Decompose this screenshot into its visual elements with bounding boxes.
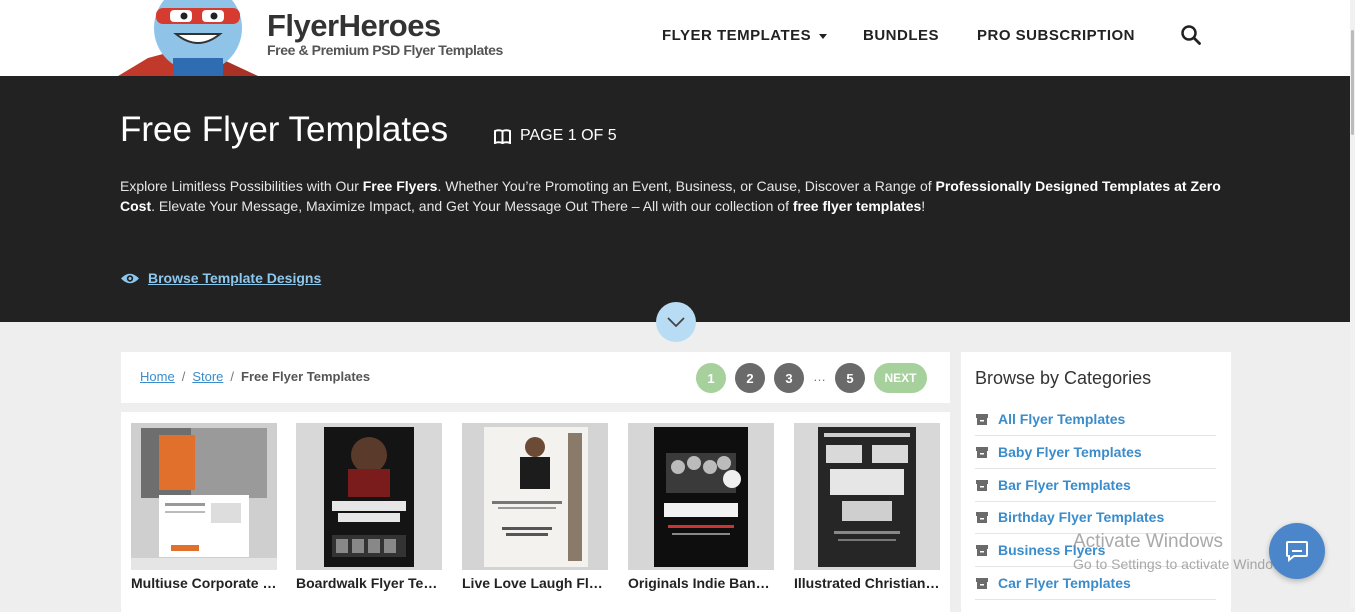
next-page-button[interactable]: NEXT [874,363,927,393]
breadcrumb-separator: / [230,369,235,384]
page-indicator-text: PAGE 1 OF 5 [520,127,617,144]
category-label: All Flyer Templates [998,411,1126,427]
product-card[interactable]: Illustrated Christian Flyer [794,423,940,591]
page-indicator: PAGE 1 OF 5 [494,127,617,145]
archive-icon [976,544,988,556]
scrollbar-thumb[interactable] [1351,30,1354,135]
desc-text: . Whether You’re Promoting an Event, Bus… [437,178,936,194]
page-1-button[interactable]: 1 [696,363,726,393]
breadcrumb: Home / Store / Free Flyer Templates [140,369,370,384]
mascot-logo[interactable] [118,0,268,76]
book-icon [494,128,511,144]
page-2-button[interactable]: 2 [735,363,765,393]
product-title[interactable]: Illustrated Christian Flyer [794,575,940,591]
product-title[interactable]: Live Love Laugh Flyer [462,575,608,591]
nav-pro-subscription[interactable]: PRO SUBSCRIPTION [977,27,1135,44]
hero-description: Explore Limitless Possibilities with Our… [120,176,1235,216]
archive-icon [976,511,988,523]
product-card[interactable]: Originals Indie Band Flyer [628,423,774,591]
category-item[interactable]: All Flyer Templates [975,403,1216,436]
breadcrumb-current: Free Flyer Templates [241,369,371,384]
product-card[interactable]: Multiuse Corporate Flyer Template [131,423,277,591]
caret-down-icon [819,33,828,39]
sidebar-title: Browse by Categories [975,368,1152,388]
product-thumbnail[interactable] [131,423,277,570]
hero-banner: Free Flyer Templates PAGE 1 OF 5 Explore… [0,76,1355,322]
desc-text: . Elevate Your Message, Maximize Impact,… [151,198,793,214]
pagination-ellipsis: … [813,369,826,384]
product-title[interactable]: Boardwalk Flyer Template [296,575,442,591]
site-header: FlyerHeroes Free & Premium PSD Flyer Tem… [0,0,1355,76]
page-title: Free Flyer Templates [120,110,449,149]
product-thumbnail[interactable] [296,423,442,570]
chat-icon [1286,541,1308,562]
nav-bundles[interactable]: BUNDLES [863,27,939,44]
nav-label: FLYER TEMPLATES [662,27,812,44]
desc-text: ! [921,198,926,214]
page-5-button[interactable]: 5 [835,363,865,393]
product-title[interactable]: Multiuse Corporate Flyer Template [131,575,277,591]
breadcrumb-store[interactable]: Store [192,369,223,384]
scroll-down-button[interactable] [656,302,696,342]
desc-bold: Free Flyers [362,178,438,194]
page-3-button[interactable]: 3 [774,363,804,393]
eye-icon [121,273,139,283]
category-label: Baby Flyer Templates [998,444,1142,460]
category-item[interactable]: Baby Flyer Templates [975,436,1216,469]
archive-icon [976,479,988,491]
brand-tagline: Free & Premium PSD Flyer Templates [267,42,503,58]
product-title[interactable]: Originals Indie Band Flyer [628,575,774,591]
product-thumbnail[interactable] [628,423,774,570]
browse-designs-label: Browse Template Designs [148,270,322,286]
product-thumbnail[interactable] [794,423,940,570]
category-item[interactable]: Birthday Flyer Templates [975,501,1216,534]
category-label: Car Flyer Templates [998,575,1131,591]
desc-text: Explore Limitless Possibilities with Our [120,178,363,194]
category-label: Bar Flyer Templates [998,477,1131,493]
categories-sidebar: Browse by Categories All Flyer Templates… [961,352,1231,612]
archive-icon [976,413,988,425]
browse-designs-link[interactable]: Browse Template Designs [120,270,321,286]
activate-windows-watermark: Activate Windows Go to Settings to activ… [1073,531,1294,572]
search-icon[interactable] [1180,24,1202,46]
product-thumbnail[interactable] [462,423,608,570]
desc-bold: free flyer templates [792,198,922,214]
product-card[interactable]: Live Love Laugh Flyer [462,423,608,591]
breadcrumb-home[interactable]: Home [140,369,175,384]
archive-icon [976,446,988,458]
chevron-down-icon [667,317,685,327]
breadcrumb-separator: / [181,369,186,384]
watermark-line-2: Go to Settings to activate Windows. [1073,556,1294,572]
category-item[interactable]: Bar Flyer Templates [975,469,1216,502]
chat-button[interactable] [1269,523,1325,579]
watermark-line-1: Activate Windows [1073,531,1223,552]
nav-flyer-templates[interactable]: FLYER TEMPLATES [662,27,828,44]
archive-icon [976,577,988,589]
category-label: Birthday Flyer Templates [998,509,1165,525]
brand-name[interactable]: FlyerHeroes [267,8,441,44]
product-card[interactable]: Boardwalk Flyer Template [296,423,442,591]
